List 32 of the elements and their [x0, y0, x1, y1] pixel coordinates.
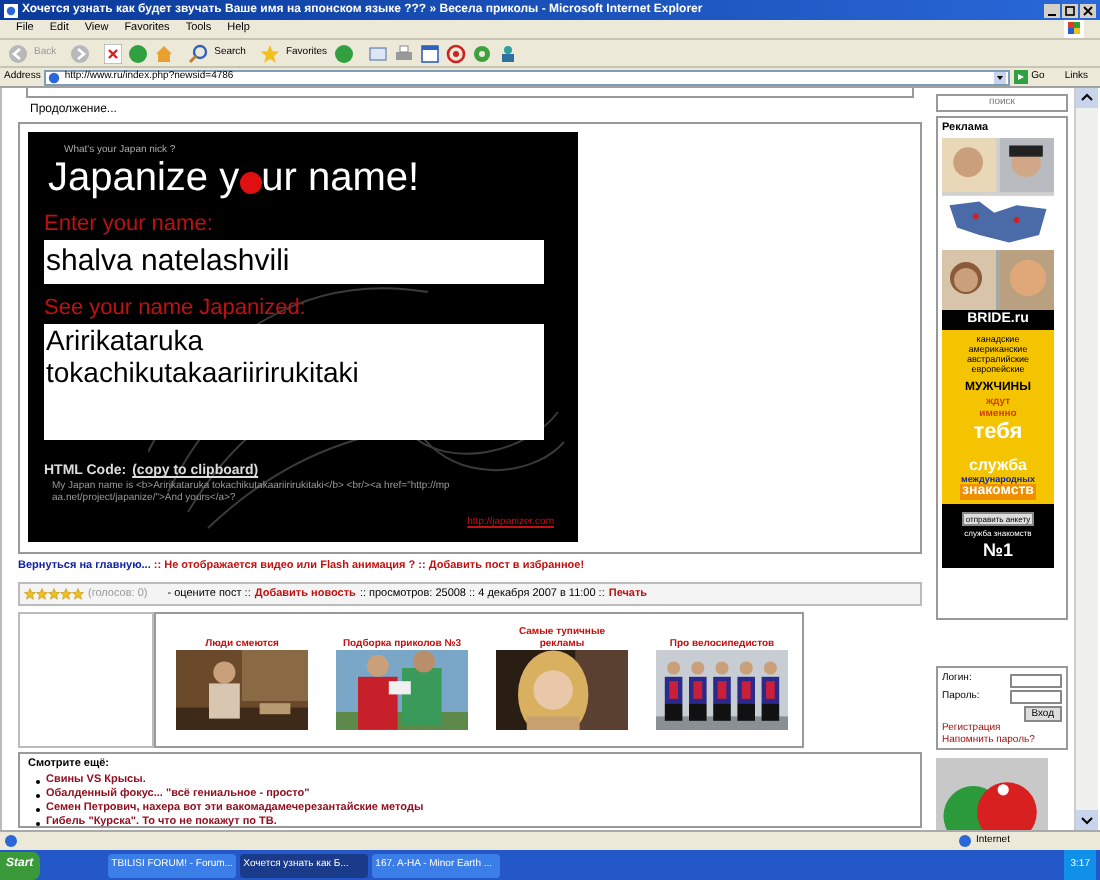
close-icon[interactable] [1080, 3, 1096, 17]
star-icon[interactable] [259, 43, 280, 63]
result-box: Aririkataruka tokachikutakaariirirukitaki [44, 324, 544, 440]
scrollbar[interactable] [1074, 88, 1098, 830]
result-label: See your name Japanized: [44, 296, 308, 320]
back-icon[interactable] [8, 43, 28, 63]
name-input[interactable]: shalva natelashvili [44, 240, 544, 284]
empty-panel [18, 612, 154, 748]
dropdown-icon[interactable] [993, 71, 1006, 83]
banner-text: тебя [973, 419, 1023, 444]
flash-title: ur name! [261, 156, 420, 200]
minimize-icon[interactable] [1044, 3, 1060, 17]
windows-logo-icon [1064, 20, 1084, 38]
flash-title: Japanize y [48, 156, 240, 200]
rating-stars[interactable] [24, 588, 84, 600]
search-icon[interactable] [188, 43, 209, 63]
enter-name-label: Enter your name: [44, 212, 215, 236]
browser-icon [4, 3, 18, 17]
scroll-up-icon[interactable] [1076, 88, 1098, 108]
dot-icon [239, 171, 262, 193]
go-icon[interactable] [1013, 70, 1028, 84]
scroll-down-icon[interactable] [1076, 810, 1098, 830]
password-field[interactable] [1010, 690, 1062, 705]
login-field[interactable] [1010, 673, 1062, 688]
forward-icon[interactable] [70, 43, 91, 63]
printer-icon[interactable] [393, 43, 414, 63]
home-icon[interactable] [154, 43, 175, 63]
banner-text: №1 [982, 539, 1014, 560]
stop-icon[interactable] [104, 43, 123, 63]
people-icon[interactable] [497, 43, 518, 63]
maximize-icon[interactable] [1062, 3, 1078, 17]
banner-text: служба [968, 455, 1028, 474]
